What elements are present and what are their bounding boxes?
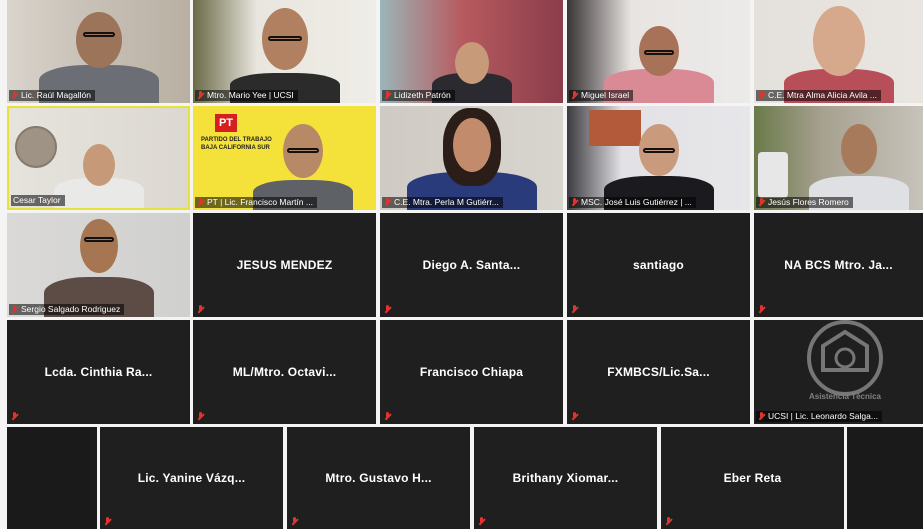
mic-muted-icon [478,517,485,526]
participant-video-tile[interactable]: Miguel Israel [567,0,750,103]
mic-muted-icon [571,91,578,100]
participant-video-tile-active-speaker[interactable]: Cesar Taylor [7,106,190,210]
mic-muted-icon [11,412,18,421]
participant-name-tile[interactable]: FXMBCS/Lic.Sa... [567,320,750,424]
pt-party-logo: PT [215,114,237,132]
participant-name-label: Miguel Israel [569,90,634,101]
participant-display-name: Mtro. Gustavo H... [325,471,432,485]
mic-muted-icon [197,91,204,100]
wall-calendar-stone [15,126,57,168]
mic-muted-icon [384,412,391,421]
participant-name-tile[interactable]: JESUS MENDEZ [193,213,376,317]
participant-name-tile[interactable]: Brithany Xiomar... [474,427,657,529]
participant-name-label: Mtro. Mario Yee | UCSI [195,90,298,101]
participant-name-tile[interactable]: Lic. Yanine Vázq... [100,427,283,529]
mic-muted-icon [384,91,391,100]
mic-muted-icon [384,305,391,314]
mic-muted-icon [571,412,578,421]
wall-painting [589,110,641,146]
asistencia-tecnica-watermark: Asistencia Técnica [790,318,900,418]
mic-muted-icon [197,198,204,207]
mic-muted-icon [197,412,204,421]
participant-display-name: santiago [633,258,684,272]
mic-muted-icon [197,305,204,314]
participant-name-label: C.E. Mtra. Perla M Gutiérr... [382,197,503,208]
participant-display-name: NA BCS Mtro. Ja... [784,258,893,272]
mic-muted-icon [571,198,578,207]
empty-tile-right [847,427,923,529]
participant-name-tile[interactable]: Eber Reta [661,427,844,529]
mic-muted-icon [758,91,765,100]
participant-display-name: JESUS MENDEZ [236,258,333,272]
thermos-cup [758,152,788,198]
participant-display-name: Lcda. Cinthia Ra... [44,365,153,379]
participant-name-label: Jesús Flores Romero [756,197,853,208]
mic-muted-icon [11,91,18,100]
participant-display-name: Eber Reta [723,471,782,485]
participant-name-label: C.E. Mtra Alma Alicia Avila ... [756,90,881,101]
participant-name-tile[interactable]: Mtro. Gustavo H... [287,427,470,529]
party-banner-text: PARTIDO DEL TRABAJO BAJA CALIFORNIA SUR [201,137,272,151]
participant-video-tile[interactable]: Jesús Flores Romero [754,106,923,210]
participant-video-tile[interactable]: C.E. Mtra. Perla M Gutiérr... [380,106,563,210]
participant-name-label: MSC. José Luis Gutiérrez | ... [569,197,696,208]
participant-name-tile[interactable]: Diego A. Santa... [380,213,563,317]
mic-muted-icon [291,517,298,526]
monitor-logo-icon [807,320,883,396]
participant-display-name: Lic. Yanine Vázq... [137,471,246,485]
participant-name-tile[interactable]: Francisco Chiapa [380,320,563,424]
participant-name-label: Sergio Salgado Rodriguez [9,304,125,315]
participant-name-label: Cesar Taylor [11,195,65,206]
participant-name-label: PT | Lic. Francisco Martín ... [195,197,317,208]
participant-display-name: Brithany Xiomar... [512,471,619,485]
participant-name-tile[interactable]: NA BCS Mtro. Ja... [754,213,923,317]
participant-name-label: Lidizeth Patrón [382,90,455,101]
participant-video-tile[interactable]: Mtro. Mario Yee | UCSI [193,0,376,103]
participant-name-label: Lic. Raúl Magallón [9,90,95,101]
participant-display-name: Diego A. Santa... [422,258,521,272]
participant-name-tile[interactable]: santiago [567,213,750,317]
participant-display-name: ML/Mtro. Octavi... [232,365,337,379]
mic-muted-icon [571,305,578,314]
participant-display-name: Francisco Chiapa [419,365,524,379]
mic-muted-icon [758,412,765,421]
participant-gallery: Lic. Raúl Magallón Mtro. Mario Yee | UCS… [0,0,923,529]
participant-display-name: FXMBCS/Lic.Sa... [607,365,710,379]
empty-tile-left [7,427,97,529]
participant-video-tile[interactable]: Lidizeth Patrón [380,0,563,103]
mic-muted-icon [11,305,18,314]
mic-muted-icon [384,198,391,207]
participant-name-tile[interactable]: ML/Mtro. Octavi... [193,320,376,424]
mic-muted-icon [104,517,111,526]
participant-video-tile[interactable]: Lic. Raúl Magallón [7,0,190,103]
participant-video-tile[interactable]: MSC. José Luis Gutiérrez | ... [567,106,750,210]
mic-muted-icon [665,517,672,526]
mic-muted-icon [758,305,765,314]
participant-video-tile[interactable]: Sergio Salgado Rodriguez [7,213,190,317]
mic-muted-icon [758,198,765,207]
participant-name-tile[interactable]: Lcda. Cinthia Ra... [7,320,190,424]
participant-video-tile[interactable]: C.E. Mtra Alma Alicia Avila ... [754,0,923,103]
participant-video-tile[interactable]: PT PARTIDO DEL TRABAJO BAJA CALIFORNIA S… [193,106,376,210]
watermark-text: Asistencia Técnica [808,392,882,401]
